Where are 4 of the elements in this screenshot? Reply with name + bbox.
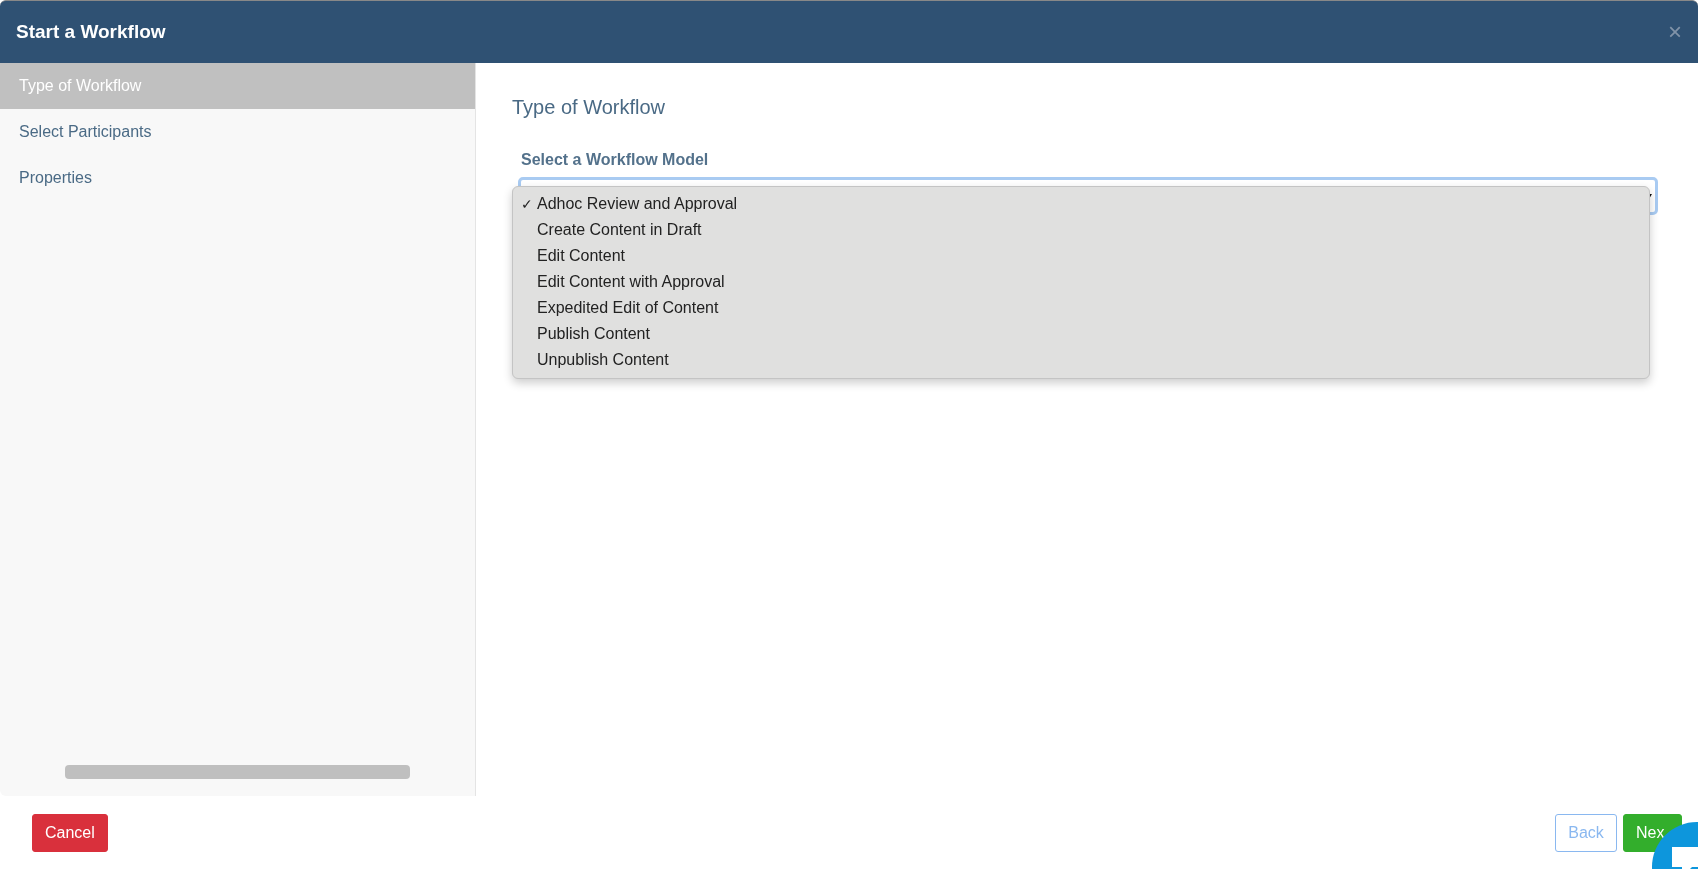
- field-label: Select a Workflow Model: [521, 151, 710, 169]
- check-icon: ✓: [521, 196, 533, 212]
- dialog-title: Start a Workflow: [16, 21, 166, 43]
- section-heading: Type of Workflow: [512, 96, 667, 119]
